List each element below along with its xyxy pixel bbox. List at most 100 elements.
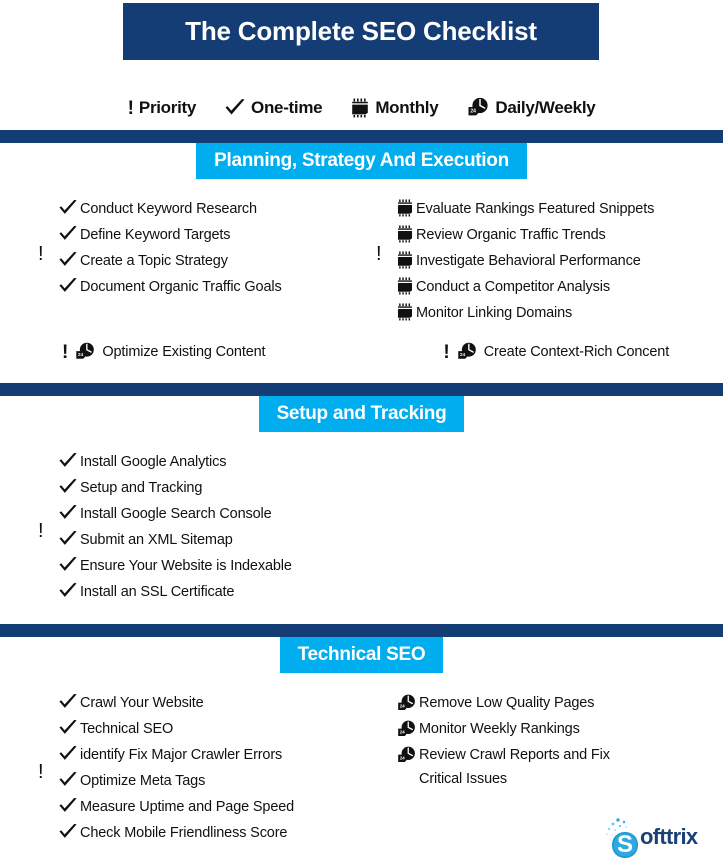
list-item[interactable]: Document Organic Traffic Goals — [58, 275, 370, 299]
list-item[interactable]: 24 Remove Low Quality Pages — [396, 691, 723, 715]
list-item[interactable]: Evaluate Rankings Featured Snippets — [396, 197, 723, 221]
list-item[interactable]: Investigate Behavioral Performance — [396, 249, 723, 273]
list-item-label: Evaluate Rankings Featured Snippets — [416, 201, 655, 217]
list-item[interactable]: Ensure Your Website is Indexable — [58, 554, 370, 578]
list-item-label: Ensure Your Website is Indexable — [80, 558, 292, 574]
clock-24-icon: 24 — [74, 341, 96, 363]
list-item[interactable]: 24 Review Crawl Reports and Fix Critical… — [396, 743, 723, 791]
calendar-icon — [396, 251, 414, 269]
list-item-label: Investigate Behavioral Performance — [416, 253, 641, 269]
section-setup-and-tracking: Setup and Tracking ! Install Google Anal… — [0, 396, 723, 606]
clock-24-icon: 24 — [456, 341, 478, 363]
list-item[interactable]: Conduct a Competitor Analysis — [396, 275, 723, 299]
legend-item-priority: ! Priority — [127, 97, 197, 119]
check-icon — [58, 745, 78, 763]
priority-marker: ! — [38, 243, 44, 265]
checklist-left: Install Google Analytics Setup and Track… — [58, 450, 370, 604]
list-item-label: Conduct Keyword Research — [80, 201, 257, 217]
list-item-label: Setup and Tracking — [80, 480, 203, 496]
list-item[interactable]: Technical SEO — [58, 717, 370, 741]
svg-text:24: 24 — [400, 756, 405, 761]
list-item[interactable]: Measure Uptime and Page Speed — [58, 795, 370, 819]
list-item[interactable]: Define Keyword Targets — [58, 223, 370, 247]
list-item-label: Monitor Linking Domains — [416, 305, 573, 321]
checklist-left: Conduct Keyword Research Define Keyword … — [58, 197, 370, 299]
list-item-label: Check Mobile Friendliness Score — [80, 825, 288, 841]
svg-text:24: 24 — [400, 704, 405, 709]
clock-24-icon: 24 — [396, 745, 417, 766]
list-item[interactable]: Install an SSL Certificate — [58, 580, 370, 604]
list-item[interactable]: Setup and Tracking — [58, 476, 370, 500]
exclamation-icon: ! — [127, 97, 134, 119]
legend: ! Priority One-time Monthly 24 Daily/Wee… — [0, 92, 723, 124]
softtrix-wordmark: ofttrix — [640, 824, 698, 849]
list-item[interactable]: identify Fix Major Crawler Errors — [58, 743, 370, 767]
priority-marker: ! — [62, 341, 69, 363]
list-item-label: Technical SEO — [80, 721, 174, 737]
list-item[interactable]: Optimize Meta Tags — [58, 769, 370, 793]
list-item-label: Define Keyword Targets — [80, 227, 231, 243]
list-item[interactable]: Monitor Linking Domains — [396, 301, 723, 325]
legend-label-priority: Priority — [138, 98, 197, 117]
list-item-label: Review Crawl Reports and Fix Critical Is… — [419, 747, 610, 787]
list-item[interactable]: 24 Monitor Weekly Rankings — [396, 717, 723, 741]
list-item[interactable]: Create a Topic Strategy — [58, 249, 370, 273]
legend-item-one-time: One-time — [224, 98, 323, 118]
section-columns: ! Conduct Keyword Research Define Keywor… — [0, 197, 723, 327]
section-divider — [0, 624, 723, 637]
list-item-label: Monitor Weekly Rankings — [419, 721, 580, 737]
list-item-label: Install Google Analytics — [80, 454, 227, 470]
section-heading: Setup and Tracking — [258, 396, 465, 432]
section-divider — [0, 383, 723, 396]
list-item[interactable]: Install Google Search Console — [58, 502, 370, 526]
list-item[interactable]: ! 24 Create Context-Rich Concent — [443, 341, 669, 363]
column-right — [370, 450, 723, 606]
section-columns: ! Install Google Analytics Setup and Tra… — [0, 450, 723, 606]
list-item-label: Crawl Your Website — [80, 695, 204, 711]
section-heading: Technical SEO — [279, 637, 444, 673]
calendar-icon — [350, 98, 370, 118]
check-icon — [224, 98, 246, 118]
list-item-label: Optimize Existing Content — [102, 344, 266, 360]
legend-label-daily-weekly: Daily/Weekly — [495, 98, 596, 117]
check-icon — [58, 556, 78, 574]
column-left: ! Crawl Your Website Technical SEO ident… — [0, 691, 370, 847]
list-item-label: Create a Topic Strategy — [80, 253, 228, 269]
column-left: ! Install Google Analytics Setup and Tra… — [0, 450, 370, 606]
list-item-label: Remove Low Quality Pages — [419, 695, 595, 711]
priority-marker: ! — [38, 520, 44, 542]
legend-item-monthly: Monthly — [350, 98, 439, 118]
list-item[interactable]: Submit an XML Sitemap — [58, 528, 370, 552]
check-icon — [58, 719, 78, 737]
calendar-icon — [396, 199, 414, 217]
list-item-label: identify Fix Major Crawler Errors — [80, 747, 283, 763]
check-icon — [58, 478, 78, 496]
list-item-label: Install Google Search Console — [80, 506, 272, 522]
check-icon — [58, 693, 78, 711]
svg-text:S: S — [617, 831, 633, 858]
list-item[interactable]: Check Mobile Friendliness Score — [58, 821, 370, 845]
list-item-label: Review Organic Traffic Trends — [416, 227, 606, 243]
check-icon — [58, 251, 78, 269]
priority-marker: ! — [376, 243, 382, 265]
list-item-label: Install an SSL Certificate — [80, 584, 235, 600]
check-icon — [58, 530, 78, 548]
list-item[interactable]: Install Google Analytics — [58, 450, 370, 474]
clock-24-icon: 24 — [466, 96, 490, 120]
column-left: ! Conduct Keyword Research Define Keywor… — [0, 197, 370, 327]
softtrix-logo[interactable]: S ofttrix — [602, 816, 714, 858]
list-item-label: Conduct a Competitor Analysis — [416, 279, 610, 295]
legend-label-monthly: Monthly — [375, 98, 439, 117]
list-item[interactable]: Conduct Keyword Research — [58, 197, 370, 221]
checklist-right: 24 Remove Low Quality Pages 24 Monitor W… — [396, 691, 723, 791]
checklist-right: Evaluate Rankings Featured Snippets Revi… — [396, 197, 723, 325]
list-item[interactable]: Review Organic Traffic Trends — [396, 223, 723, 247]
list-item-label: Submit an XML Sitemap — [80, 532, 233, 548]
legend-label-one-time: One-time — [251, 98, 323, 117]
svg-text:24: 24 — [78, 352, 84, 357]
check-icon — [58, 452, 78, 470]
checklist-left: Crawl Your Website Technical SEO identif… — [58, 691, 370, 845]
list-item-label: Create Context-Rich Concent — [483, 344, 670, 360]
list-item[interactable]: Crawl Your Website — [58, 691, 370, 715]
list-item[interactable]: ! 24 Optimize Existing Content — [62, 341, 266, 363]
